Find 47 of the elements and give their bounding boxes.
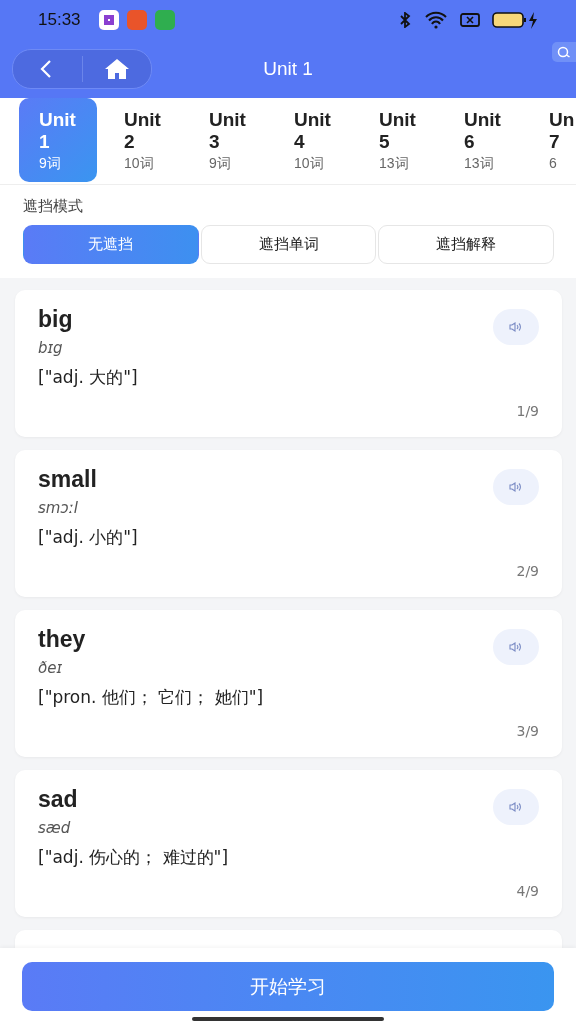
unit-tab[interactable]: Unit 4 10词 [274, 98, 352, 184]
speaker-icon [509, 322, 523, 332]
meaning-text: ["pron. 他们； 它们； 她们"] [38, 686, 264, 709]
search-button[interactable] [552, 42, 576, 62]
speaker-button[interactable] [493, 309, 539, 345]
phonetic-text: bɪg [38, 339, 63, 357]
app-notification-icon [154, 10, 175, 30]
card-index: 3/9 [516, 723, 539, 739]
bluetooth-icon [398, 12, 412, 28]
unit-tab[interactable]: Unit 5 13词 [359, 98, 437, 184]
card-index: 2/9 [516, 563, 539, 579]
home-icon [103, 58, 130, 80]
unit-tab[interactable]: Un 7 6 [529, 98, 576, 184]
word-text: small [38, 466, 97, 493]
mode-tab[interactable]: 无遮挡 [23, 225, 199, 264]
card-index: 4/9 [516, 883, 539, 899]
unit-tab[interactable]: Unit 6 13词 [444, 98, 522, 184]
card-index: 1/9 [516, 403, 539, 419]
unit-tab[interactable]: Unit 3 9词 [189, 98, 267, 184]
status-time: 15:33 [38, 10, 81, 30]
phonetic-text: ðeɪ [38, 659, 62, 677]
mode-tab[interactable]: 遮挡单词 [200, 225, 377, 264]
speaker-button[interactable] [493, 629, 539, 665]
meaning-text: ["adj. 小的"] [38, 526, 138, 549]
search-icon [557, 46, 571, 58]
page-title: Unit 1 [263, 58, 313, 80]
unit-tab[interactable]: Unit 1 9词 [19, 98, 97, 182]
speaker-button[interactable] [493, 789, 539, 825]
word-text: big [38, 306, 73, 333]
speaker-icon [509, 802, 523, 812]
speaker-icon [509, 642, 523, 652]
word-text: they [38, 626, 86, 653]
speaker-icon [509, 482, 523, 492]
app-notification-icon [98, 10, 119, 30]
wifi-icon [424, 11, 448, 29]
section-label: 遮挡模式 [23, 197, 84, 216]
phonetic-text: smɔːl [38, 499, 78, 517]
phonetic-text: sæd [38, 819, 71, 837]
word-text: sad [38, 786, 78, 813]
mode-tab[interactable]: 遮挡解释 [378, 225, 554, 264]
battery-charging-icon [492, 11, 538, 29]
sim-off-icon [460, 12, 480, 28]
meaning-text: ["adj. 伤心的； 难过的"] [38, 846, 229, 869]
meaning-text: ["adj. 大的"] [38, 366, 138, 389]
app-notification-icon [126, 10, 147, 30]
speaker-button[interactable] [493, 469, 539, 505]
unit-tab[interactable]: Unit 2 10词 [104, 98, 182, 184]
